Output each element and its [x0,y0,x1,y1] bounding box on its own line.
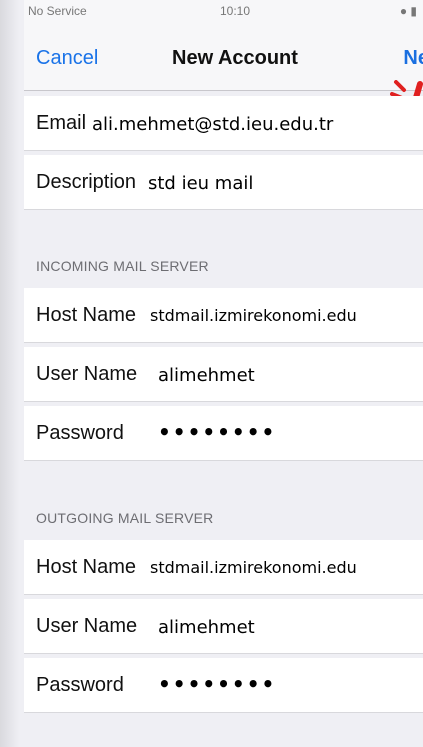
outgoing-password-label: Password [36,674,124,696]
outgoing-host-label: Host Name [36,556,137,578]
incoming-password-row[interactable]: Password •••••••• [24,406,423,461]
incoming-section-header: INCOMING MAIL SERVER [36,258,209,274]
incoming-password-field[interactable]: •••••••• [158,420,276,444]
description-row[interactable]: Description std ieu mail [24,155,423,210]
page-title: New Account [172,47,298,69]
status-bar: No Service 10:10 ● ▮ [24,0,423,24]
battery-icon: ● ▮ [399,4,417,18]
incoming-host-row[interactable]: Host Name stdmail.izmirekonomi.edu [24,288,423,343]
outgoing-host-row[interactable]: Host Name stdmail.izmirekonomi.edu [24,540,423,595]
next-button[interactable]: Ne [403,47,423,70]
incoming-host-label: Host Name [36,304,137,326]
email-row[interactable]: Email ali.mehmet@std.ieu.edu.tr [24,96,423,151]
incoming-password-label: Password [36,422,124,444]
description-field[interactable]: std ieu mail [148,173,253,194]
outgoing-user-field[interactable]: alimehmet [158,617,255,638]
navigation-bar: Cancel New Account Ne [24,24,423,91]
outgoing-password-field[interactable]: •••••••• [158,672,276,696]
outgoing-user-row[interactable]: User Name alimehmet [24,599,423,654]
outgoing-password-row[interactable]: Password •••••••• [24,658,423,713]
status-time: 10:10 [220,4,251,18]
cancel-button[interactable]: Cancel [36,47,98,70]
outgoing-host-field[interactable]: stdmail.izmirekonomi.edu [150,558,357,577]
carrier-text: No Service [28,4,87,18]
description-label: Description [36,171,137,193]
incoming-user-field[interactable]: alimehmet [158,365,255,386]
screen: No Service 10:10 ● ▮ Cancel New Account … [24,0,423,747]
outgoing-section-header: OUTGOING MAIL SERVER [36,510,214,526]
left-edge-shadow [0,0,24,747]
incoming-user-label: User Name [36,363,138,385]
outgoing-user-label: User Name [36,615,138,637]
incoming-host-field[interactable]: stdmail.izmirekonomi.edu [150,306,357,325]
incoming-user-row[interactable]: User Name alimehmet [24,347,423,402]
email-label: Email [36,112,87,134]
email-field[interactable]: ali.mehmet@std.ieu.edu.tr [92,114,333,135]
